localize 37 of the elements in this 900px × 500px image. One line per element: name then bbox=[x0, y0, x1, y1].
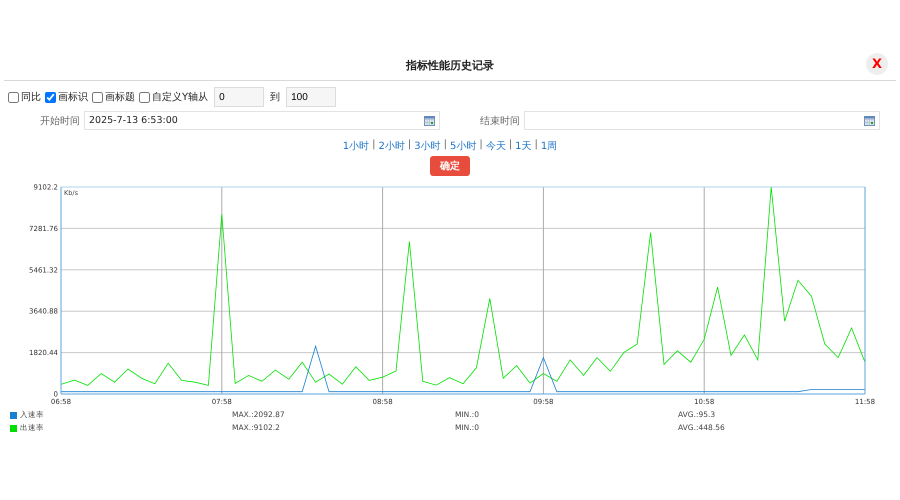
range-link[interactable]: 1天 bbox=[515, 139, 532, 153]
option-checkbox[interactable]: 同比 bbox=[6, 90, 41, 104]
separator: | bbox=[372, 139, 376, 152]
checkbox-label: 画标题 bbox=[105, 90, 135, 104]
y-to-field[interactable]: 100 bbox=[286, 87, 336, 107]
dialog-title: 指标性能历史记录 bbox=[406, 58, 494, 72]
end-time-field[interactable] bbox=[524, 111, 880, 130]
start-time-field[interactable]: 2025-7-13 6:53:00 bbox=[84, 111, 440, 130]
checkbox-label: 画标识 bbox=[58, 90, 88, 104]
range-link[interactable]: 3小时 bbox=[414, 139, 441, 153]
range-link[interactable]: 今天 bbox=[486, 139, 506, 153]
checkbox[interactable] bbox=[45, 92, 56, 102]
range-link[interactable]: 1小时 bbox=[342, 139, 370, 153]
range-link[interactable]: 5小时 bbox=[450, 139, 476, 153]
range-link[interactable]: 2小时 bbox=[378, 139, 405, 153]
checkbox-label: 自定义Y轴从 bbox=[152, 90, 208, 104]
separator: | bbox=[508, 139, 512, 152]
end-time-label: 结束时间 bbox=[480, 114, 520, 128]
separator: | bbox=[408, 139, 412, 152]
range-label: 到 bbox=[270, 91, 280, 104]
checkbox-label: 同比 bbox=[21, 90, 41, 104]
option-checkbox[interactable]: 画标识 bbox=[43, 90, 88, 104]
separator: | bbox=[444, 139, 447, 152]
calendar-icon[interactable] bbox=[864, 116, 875, 126]
calendar-icon[interactable] bbox=[424, 116, 435, 126]
close-button[interactable]: X bbox=[866, 53, 888, 75]
start-time-label: 开始时间 bbox=[40, 114, 80, 128]
y-from-field[interactable]: 0 bbox=[214, 87, 264, 107]
checkbox[interactable] bbox=[8, 92, 19, 102]
separator: | bbox=[479, 139, 483, 152]
option-checkbox[interactable]: 自定义Y轴从 bbox=[137, 90, 208, 104]
checkbox[interactable] bbox=[139, 92, 150, 102]
separator: | bbox=[534, 139, 538, 152]
option-checkbox[interactable]: 画标题 bbox=[90, 90, 135, 104]
range-link[interactable]: 1周 bbox=[540, 139, 558, 153]
confirm-button[interactable]: 确定 bbox=[430, 156, 470, 176]
checkbox[interactable] bbox=[92, 92, 103, 102]
